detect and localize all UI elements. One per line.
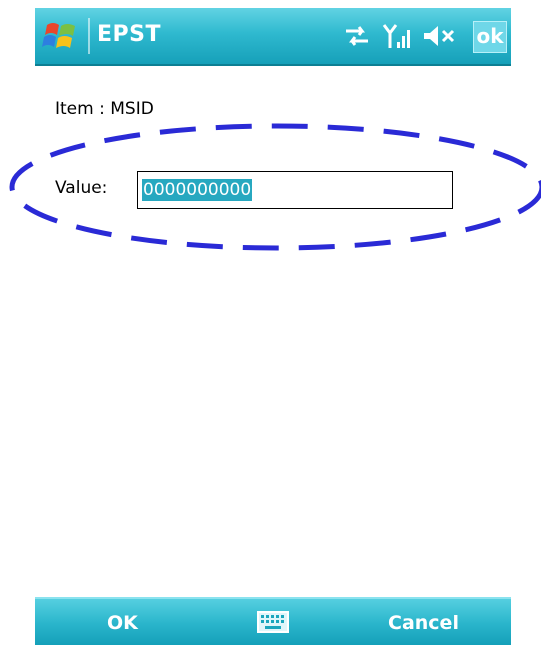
title-separator bbox=[88, 18, 90, 54]
title-ok-button[interactable]: ok bbox=[473, 21, 507, 53]
keyboard-icon[interactable] bbox=[257, 611, 289, 633]
phone-screen: EPST ok Item : MSID Value: 0000000000 OK bbox=[35, 8, 511, 645]
title-bar: EPST ok bbox=[35, 8, 511, 66]
cancel-softkey[interactable]: Cancel bbox=[388, 612, 459, 634]
value-selected-text[interactable]: 0000000000 bbox=[142, 179, 253, 201]
connectivity-icon[interactable] bbox=[342, 22, 372, 50]
value-input[interactable]: 0000000000 bbox=[137, 171, 453, 209]
volume-muted-icon[interactable] bbox=[421, 22, 459, 50]
app-title: EPST bbox=[97, 22, 162, 47]
signal-strength-icon[interactable] bbox=[382, 22, 412, 50]
item-label: Item : MSID bbox=[55, 99, 154, 119]
softkey-bar: OK Cancel bbox=[35, 597, 511, 645]
windows-start-icon[interactable] bbox=[41, 16, 81, 56]
value-label: Value: bbox=[55, 178, 108, 198]
ok-softkey[interactable]: OK bbox=[107, 612, 138, 634]
